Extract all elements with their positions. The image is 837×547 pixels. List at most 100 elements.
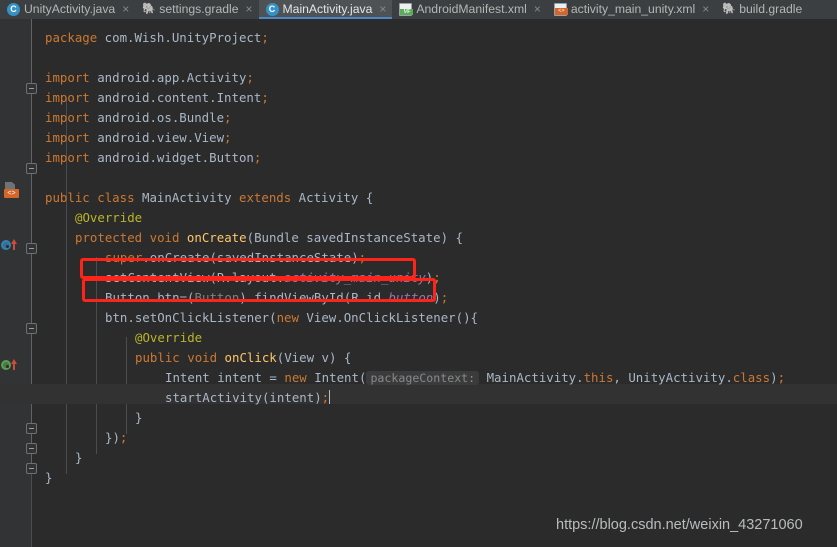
code-line: }); <box>105 428 127 448</box>
code-token: onCreate <box>186 230 247 245</box>
code-token: import <box>45 90 90 105</box>
editor-tab-activity-main-unity-xml[interactable]: activity_main_unity.xml × <box>547 0 715 19</box>
code-token: startActivity(intent) <box>165 390 322 405</box>
gradle-elephant-icon <box>722 3 735 16</box>
editor-tab-label: activity_main_unity.xml <box>570 2 696 16</box>
manifest-xml-icon <box>399 3 414 16</box>
code-token: ; <box>440 290 449 305</box>
code-token: ; <box>261 90 269 105</box>
code-line: @Override <box>75 208 142 228</box>
code-token: MainActivity <box>134 190 239 205</box>
code-token: com.Wish.UnityProject <box>97 30 262 45</box>
code-token: import <box>45 110 90 125</box>
close-icon[interactable]: × <box>534 0 541 19</box>
code-token: new <box>284 370 307 385</box>
code-token: ) <box>770 370 778 385</box>
code-token: void <box>149 230 180 245</box>
code-token: Intent intent = <box>165 370 285 385</box>
editor-tab-label: build.gradle <box>739 2 803 16</box>
editor-tab-label: UnityActivity.java <box>24 2 116 16</box>
code-line: import android.os.Bundle; <box>45 108 232 128</box>
code-token: android.view.View <box>89 130 225 145</box>
text-caret <box>329 390 331 404</box>
close-icon[interactable]: × <box>379 0 386 19</box>
code-token: , UnityActivity. <box>613 370 733 385</box>
editor-tab-mainactivity-java[interactable]: MainActivity.java × <box>258 0 393 19</box>
code-token: btn.setOnClickListener( <box>105 310 277 325</box>
code-token: Intent( <box>306 370 367 385</box>
code-token: @Override <box>75 210 143 225</box>
editor-tab-androidmanifest-xml[interactable]: AndroidManifest.xml × <box>392 0 546 19</box>
code-line: } <box>45 468 52 488</box>
layout-xml-icon <box>553 3 568 16</box>
code-line: } <box>135 408 142 428</box>
code-token: public <box>45 190 90 205</box>
code-token: ; <box>246 70 254 85</box>
editor-tab-label: settings.gradle <box>159 2 239 16</box>
code-token: View.OnClickListener(){ <box>298 310 479 325</box>
code-token: public <box>135 350 180 365</box>
ide-window: UnityActivity.java×settings.gradle×MainA… <box>0 0 837 547</box>
editor-tab-bar[interactable]: UnityActivity.java×settings.gradle×MainA… <box>0 0 837 19</box>
close-icon[interactable]: × <box>702 0 709 19</box>
code-token: ; <box>119 430 128 445</box>
code-token: import <box>45 70 90 85</box>
code-token: class <box>732 370 771 385</box>
code-token: onClick <box>224 350 277 365</box>
editor-tab-label: AndroidManifest.xml <box>416 2 527 16</box>
code-line: btn.setOnClickListener(new View.OnClickL… <box>105 308 478 328</box>
code-line: public void onClick(View v) { <box>135 348 351 368</box>
code-token: import <box>45 150 90 165</box>
code-token: ; <box>777 370 786 385</box>
watermark-text: https://blog.csdn.net/weixin_43271060 <box>556 517 803 533</box>
code-token: ; <box>261 30 269 45</box>
code-token: extends <box>238 190 292 205</box>
code-editor[interactable]: <> package com.Wish.UnityProject; import … <box>0 19 837 547</box>
code-line: protected void onCreate(Bundle savedInst… <box>75 228 463 248</box>
editor-tab-label: MainActivity.java <box>282 2 373 16</box>
code-line: package com.Wish.UnityProject; <box>45 28 269 48</box>
code-token: import <box>45 130 90 145</box>
code-line: Intent intent = new Intent(packageContex… <box>165 368 785 388</box>
java-class-icon <box>265 3 279 16</box>
code-line: import android.app.Activity; <box>45 68 254 88</box>
code-token: class <box>97 190 135 205</box>
editor-tab-build-gradle[interactable]: build.gradle <box>715 0 808 19</box>
code-token: android.app.Activity <box>89 70 247 85</box>
code-line: public class MainActivity extends Activi… <box>45 188 373 208</box>
code-line: } <box>75 448 82 468</box>
code-line: import android.view.View; <box>45 128 232 148</box>
code-token: new <box>276 310 299 325</box>
code-token: void <box>187 350 218 365</box>
code-line: startActivity(intent); <box>165 388 331 408</box>
code-token: android.os.Bundle <box>89 110 225 125</box>
close-icon[interactable]: × <box>122 0 129 19</box>
code-token: MainActivity. <box>479 370 584 385</box>
code-token: } <box>75 450 83 465</box>
code-token: ; <box>224 110 232 125</box>
close-icon[interactable]: × <box>246 0 253 19</box>
parameter-hint: packageContext: <box>366 371 480 385</box>
editor-tab-unityactivity-java[interactable]: UnityActivity.java × <box>0 0 135 19</box>
code-token: ; <box>224 130 232 145</box>
code-token: Activity { <box>291 190 374 205</box>
code-token: }) <box>105 430 120 445</box>
code-token: (Bundle savedInstanceState) { <box>246 230 463 245</box>
code-token: this <box>583 370 614 385</box>
code-token: package <box>45 30 98 45</box>
code-token: (View v) { <box>276 350 352 365</box>
highlight-findviewbyid <box>82 278 436 302</box>
editor-tab-settings-gradle[interactable]: settings.gradle × <box>135 0 258 19</box>
code-line: import android.widget.Button; <box>45 148 261 168</box>
code-token: ; <box>253 150 262 165</box>
code-token: } <box>45 470 53 485</box>
code-token: android.content.Intent <box>89 90 262 105</box>
code-token: @Override <box>135 330 203 345</box>
code-token: android.widget.Button <box>89 150 254 165</box>
gradle-elephant-icon <box>142 3 155 16</box>
code-line: import android.content.Intent; <box>45 88 269 108</box>
code-token: } <box>135 410 143 425</box>
